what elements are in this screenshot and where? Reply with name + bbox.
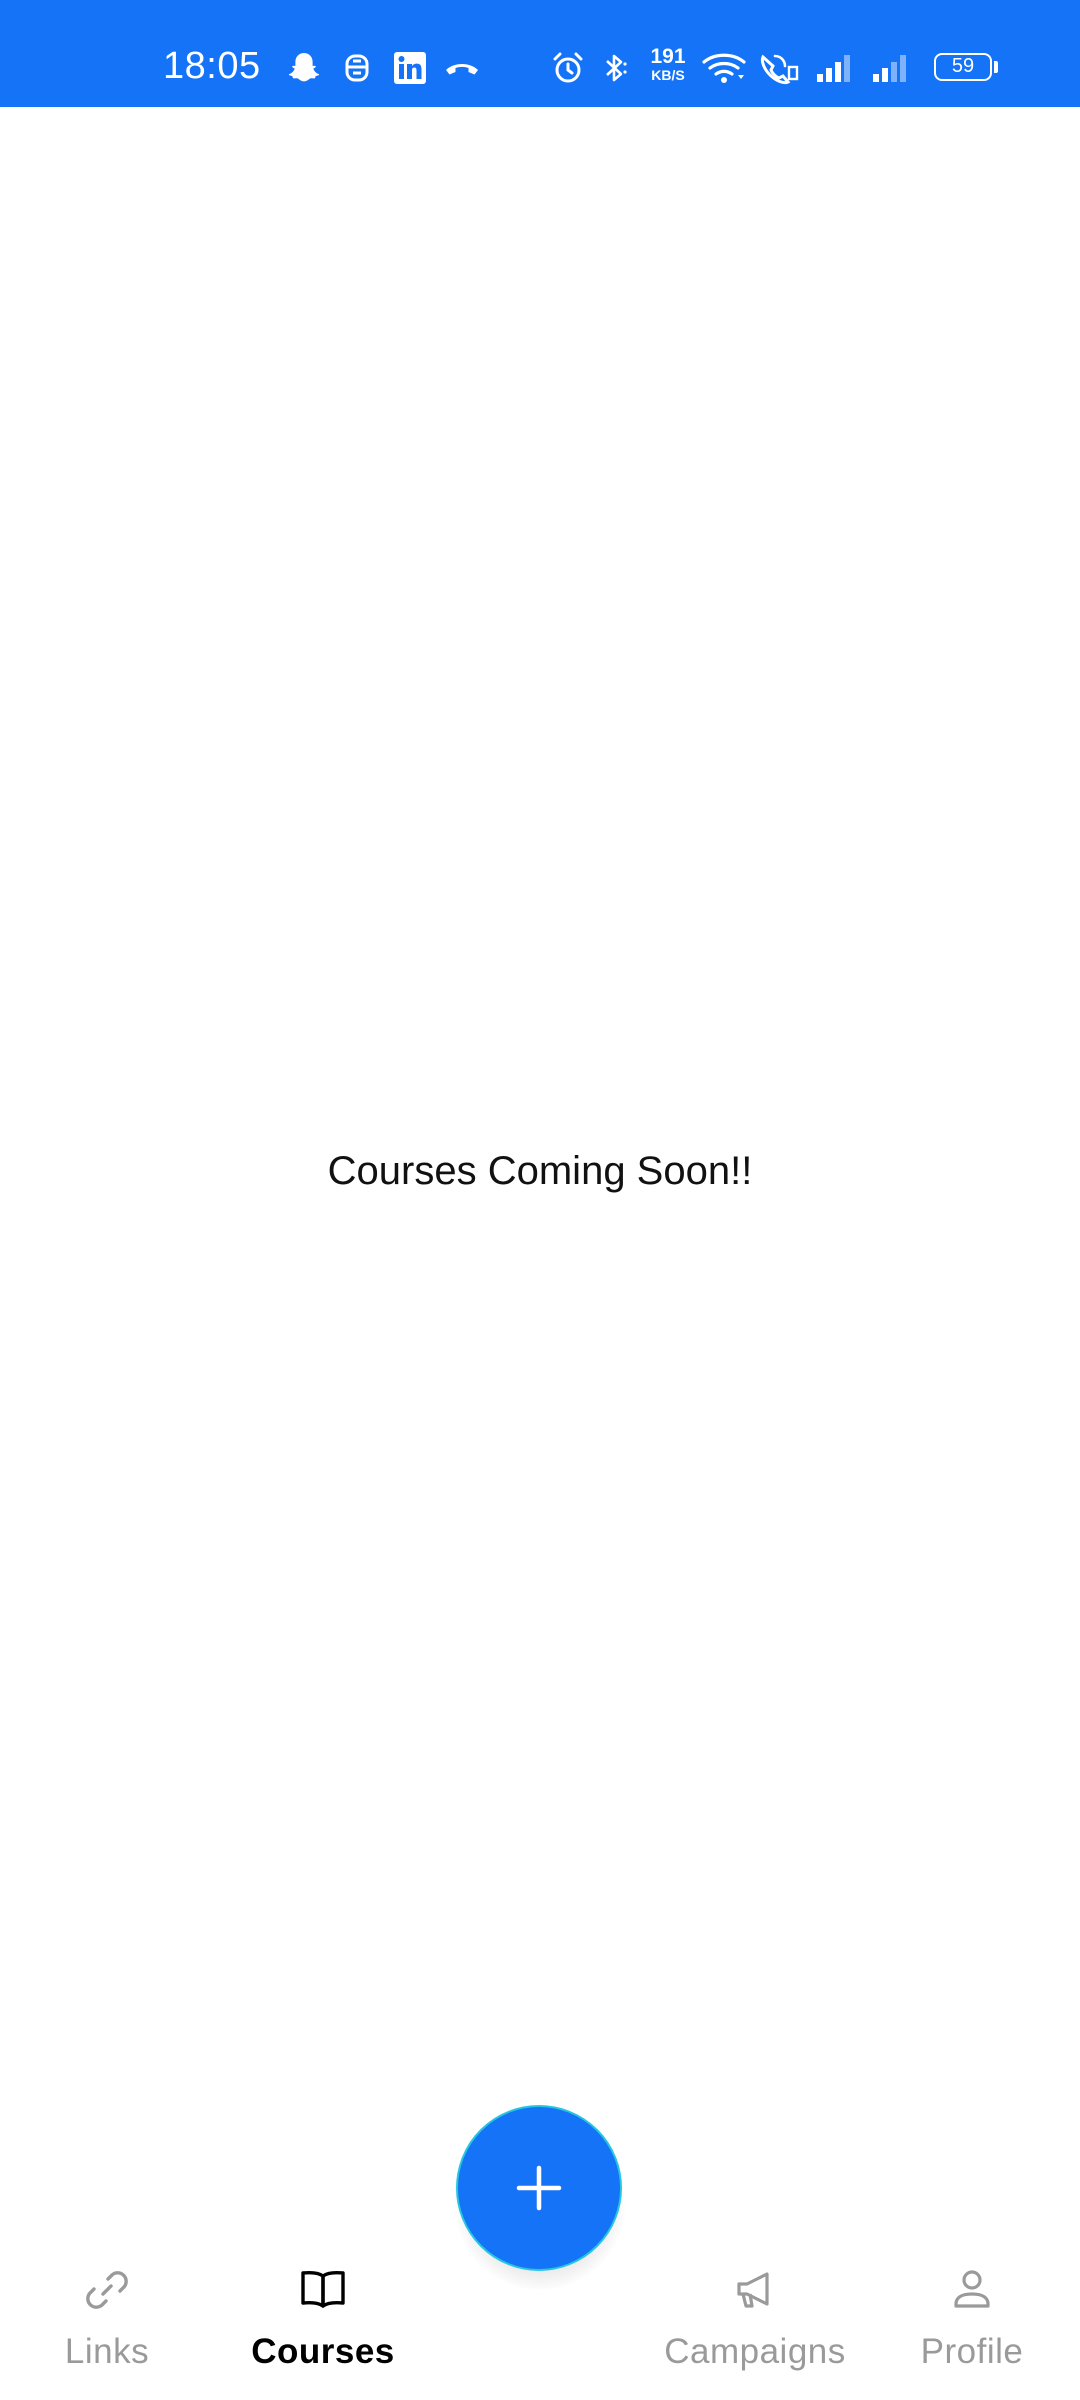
signal-icon <box>870 48 912 88</box>
net-speed-value: 191 <box>650 45 686 68</box>
nav-label-courses: Courses <box>251 2332 395 2371</box>
nav-label-links: Links <box>64 2332 150 2371</box>
wifi-icon <box>700 48 748 88</box>
snapchat-icon <box>284 48 324 88</box>
bottom-navigation: Links Courses Campaigns Profile <box>0 2240 1080 2400</box>
battery-tip <box>994 61 998 73</box>
battery-indicator: 59 <box>934 53 992 81</box>
app-screen: 18:05 191 KB/S 59 Courses Coming Soon!! … <box>0 0 1080 2400</box>
signal-icon <box>814 48 856 88</box>
nav-item-courses[interactable]: Courses <box>240 2240 406 2400</box>
link-icon <box>81 2262 133 2318</box>
bluetooth-icon <box>596 48 634 88</box>
wifi-calling-icon <box>756 48 802 88</box>
book-icon <box>297 2262 349 2318</box>
missed-call-icon <box>440 48 484 88</box>
user-icon <box>946 2262 998 2318</box>
status-bar: 18:05 191 KB/S 59 <box>0 0 1080 107</box>
nav-label-campaigns: Campaigns <box>664 2332 846 2371</box>
nav-item-profile[interactable]: Profile <box>898 2240 1046 2400</box>
nav-label-profile: Profile <box>920 2332 1024 2371</box>
plus-icon <box>516 2165 562 2211</box>
alarm-icon <box>548 48 588 88</box>
net-speed-unit: KB/S <box>651 67 685 83</box>
nav-item-links[interactable]: Links <box>30 2240 184 2400</box>
net-speed-indicator: 191 KB/S <box>645 46 691 82</box>
nav-item-campaigns[interactable]: Campaigns <box>646 2240 864 2400</box>
status-time: 18:05 <box>163 45 261 87</box>
robot-app-icon <box>338 48 376 88</box>
linkedin-icon <box>390 48 430 88</box>
megaphone-icon <box>729 2262 781 2318</box>
coming-soon-message: Courses Coming Soon!! <box>327 1149 753 1193</box>
